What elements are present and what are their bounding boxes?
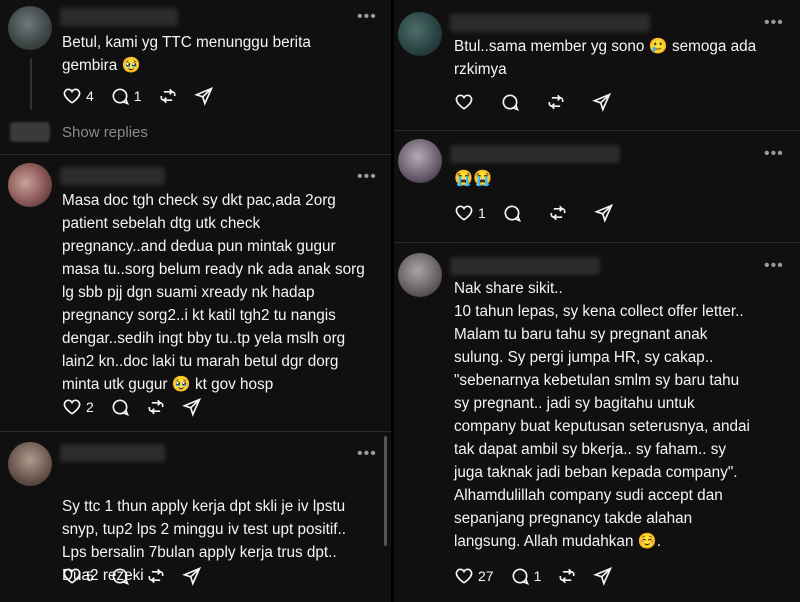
comment-icon xyxy=(112,399,129,416)
username[interactable] xyxy=(450,145,620,163)
repost-button[interactable] xyxy=(546,92,566,112)
left-column: ••• Betul, kami yg TTC menunggu berita g… xyxy=(0,0,391,602)
right-column: ••• Btul..sama member yg sono 🥲 semoga a… xyxy=(394,0,800,602)
comment-icon xyxy=(112,88,129,105)
repost-icon xyxy=(160,88,176,104)
reply-post: ••• 😭😭 1 xyxy=(394,131,800,241)
show-replies-link[interactable]: Show replies xyxy=(62,124,148,141)
avatar[interactable] xyxy=(8,442,52,486)
comment-button[interactable] xyxy=(502,203,522,223)
action-bar: 4 1 xyxy=(62,85,230,107)
like-count: 27 xyxy=(478,568,494,584)
more-icon[interactable]: ••• xyxy=(764,15,784,31)
comment-button[interactable]: 1 xyxy=(110,86,142,106)
avatar[interactable] xyxy=(8,6,52,50)
like-button[interactable]: 4 xyxy=(62,86,94,106)
action-bar xyxy=(454,91,628,113)
share-icon xyxy=(593,203,613,223)
scrollbar[interactable] xyxy=(384,436,387,546)
reply-post: ••• Betul, kami yg TTC menunggu berita g… xyxy=(0,0,391,150)
username[interactable] xyxy=(60,8,178,26)
post-text: Masa doc tgh check sy dkt pac,ada 2org p… xyxy=(62,192,365,393)
like-count: 1 xyxy=(478,205,486,221)
share-icon xyxy=(193,86,213,106)
thread-line xyxy=(30,58,32,110)
reply-post: ••• Nak share sikit.. 10 tahun lepas, sy… xyxy=(394,243,800,602)
post-text: Nak share sikit.. 10 tahun lepas, sy ken… xyxy=(454,280,750,550)
action-bar: 27 1 xyxy=(454,565,629,587)
comment-icon xyxy=(512,568,529,585)
like-button[interactable]: 1 xyxy=(454,203,486,223)
repost-button[interactable] xyxy=(158,86,178,106)
username[interactable] xyxy=(450,14,650,32)
action-bar: 1 xyxy=(454,202,630,224)
like-count: 2 xyxy=(86,399,94,415)
like-button[interactable]: 2 xyxy=(62,397,94,417)
username[interactable] xyxy=(60,444,165,462)
like-button[interactable]: 27 xyxy=(454,566,494,586)
comment-icon xyxy=(504,205,521,222)
repost-button[interactable] xyxy=(548,203,568,223)
heart-icon xyxy=(63,568,81,584)
post-text: Btul..sama member yg sono 🥲 semoga ada r… xyxy=(454,38,757,78)
comment-button[interactable] xyxy=(110,397,130,417)
show-replies-avatar xyxy=(10,122,50,142)
repost-icon xyxy=(148,399,164,415)
like-button[interactable] xyxy=(454,92,474,112)
share-button[interactable] xyxy=(181,566,202,586)
repost-icon xyxy=(550,205,566,221)
like-button[interactable]: 5 xyxy=(62,566,94,586)
repost-icon xyxy=(559,568,575,584)
like-count: 4 xyxy=(86,88,94,104)
repost-button[interactable] xyxy=(557,566,577,586)
reply-post: ••• Btul..sama member yg sono 🥲 semoga a… xyxy=(394,0,800,128)
repost-button[interactable] xyxy=(146,566,166,586)
more-icon[interactable]: ••• xyxy=(764,146,784,162)
comment-button[interactable] xyxy=(500,92,520,112)
heart-icon xyxy=(63,88,81,104)
repost-icon xyxy=(148,568,164,584)
comment-button[interactable] xyxy=(110,566,130,586)
username[interactable] xyxy=(60,167,165,185)
heart-icon xyxy=(455,205,473,221)
share-icon xyxy=(593,566,613,586)
more-icon[interactable]: ••• xyxy=(357,446,377,462)
reply-post: ••• Masa doc tgh check sy dkt pac,ada 2o… xyxy=(0,155,391,430)
avatar[interactable] xyxy=(398,12,442,56)
more-icon[interactable]: ••• xyxy=(764,258,784,274)
post-text: Betul, kami yg TTC menunggu berita gembi… xyxy=(62,34,311,74)
avatar[interactable] xyxy=(398,139,442,183)
share-icon xyxy=(181,566,201,586)
repost-button[interactable] xyxy=(146,397,166,417)
share-button[interactable] xyxy=(592,92,612,112)
share-button[interactable] xyxy=(593,566,613,586)
comment-button[interactable]: 1 xyxy=(510,566,542,586)
more-icon[interactable]: ••• xyxy=(357,9,377,25)
comment-icon xyxy=(502,94,519,111)
share-icon xyxy=(181,397,201,417)
action-bar: 2 xyxy=(62,396,218,418)
reply-post: ••• Sy ttc 1 thun apply kerja dpt skli j… xyxy=(0,432,391,602)
share-button[interactable] xyxy=(593,203,614,223)
share-button[interactable] xyxy=(181,397,202,417)
reply-count: 1 xyxy=(133,88,142,104)
heart-icon xyxy=(455,568,473,584)
share-button[interactable] xyxy=(193,86,214,106)
post-text: 😭😭 xyxy=(454,170,493,187)
repost-icon xyxy=(548,94,564,110)
reply-count: 1 xyxy=(533,568,542,584)
more-icon[interactable]: ••• xyxy=(357,169,377,185)
share-icon xyxy=(592,92,612,112)
comment-icon xyxy=(112,568,129,585)
avatar[interactable] xyxy=(398,253,442,297)
like-count: 5 xyxy=(86,568,94,584)
avatar[interactable] xyxy=(8,163,52,207)
heart-icon xyxy=(63,399,81,415)
action-bar: 5 xyxy=(62,565,218,587)
heart-icon xyxy=(455,94,473,110)
username[interactable] xyxy=(450,257,600,275)
